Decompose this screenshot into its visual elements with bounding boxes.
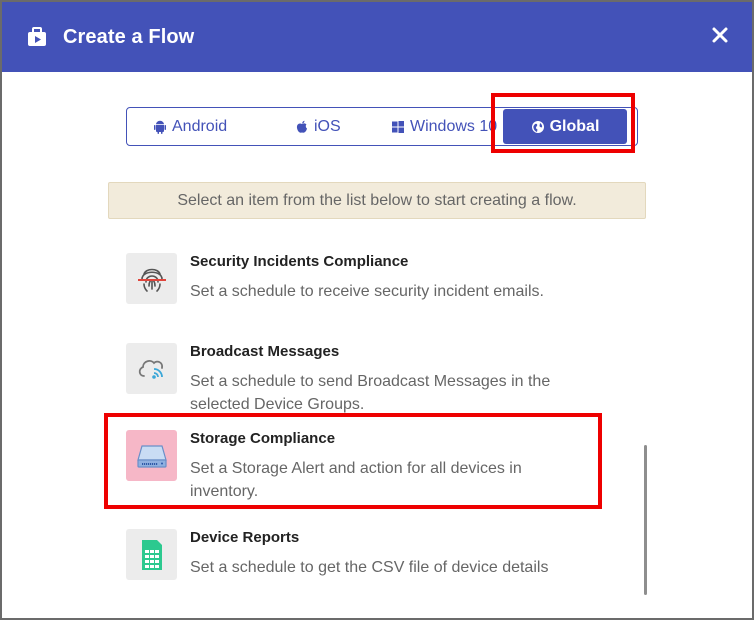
- fingerprint-icon: [126, 253, 177, 304]
- dialog-header: Create a Flow: [2, 2, 752, 72]
- dialog-title: Create a Flow: [63, 26, 195, 48]
- flow-logo-icon: [28, 27, 46, 46]
- flow-list: Security Incidents Compliance Set a sche…: [2, 240, 752, 600]
- tab-windows-label: Windows 10: [410, 117, 498, 135]
- apple-icon: [296, 120, 307, 133]
- info-banner: Select an item from the list below to st…: [108, 182, 646, 219]
- item-description: Set a schedule to receive security incid…: [190, 283, 544, 300]
- storage-drive-icon: [126, 430, 177, 481]
- globe-icon: [531, 120, 544, 133]
- tab-ios[interactable]: iOS: [295, 108, 341, 145]
- tab-windows-10[interactable]: Windows 10: [391, 108, 497, 145]
- tab-android[interactable]: Android: [153, 108, 227, 145]
- report-sheet-icon: [126, 529, 177, 580]
- item-description: Set a schedule to send Broadcast Message…: [190, 373, 551, 413]
- item-title: Device Reports: [190, 529, 300, 546]
- item-title: Security Incidents Compliance: [190, 253, 409, 270]
- tab-global-label: Global: [549, 117, 600, 135]
- create-flow-dialog: Create a Flow Android iOS Windows 10 Glo…: [2, 2, 752, 618]
- item-description: Set a Storage Alert and action for all d…: [190, 460, 522, 500]
- cloud-broadcast-icon: [126, 343, 177, 394]
- tab-ios-label: iOS: [314, 117, 341, 135]
- item-title: Broadcast Messages: [190, 343, 340, 360]
- item-title: Storage Compliance: [190, 430, 336, 447]
- tab-global[interactable]: Global: [503, 109, 627, 144]
- windows-icon: [392, 120, 404, 133]
- android-icon: [154, 120, 166, 134]
- item-description: Set a schedule to get the CSV file of de…: [190, 559, 549, 576]
- close-icon[interactable]: [709, 24, 731, 46]
- tab-android-label: Android: [172, 117, 228, 135]
- platform-tabs: Android iOS Windows 10 Global: [126, 107, 638, 146]
- list-scrollbar[interactable]: [644, 445, 647, 595]
